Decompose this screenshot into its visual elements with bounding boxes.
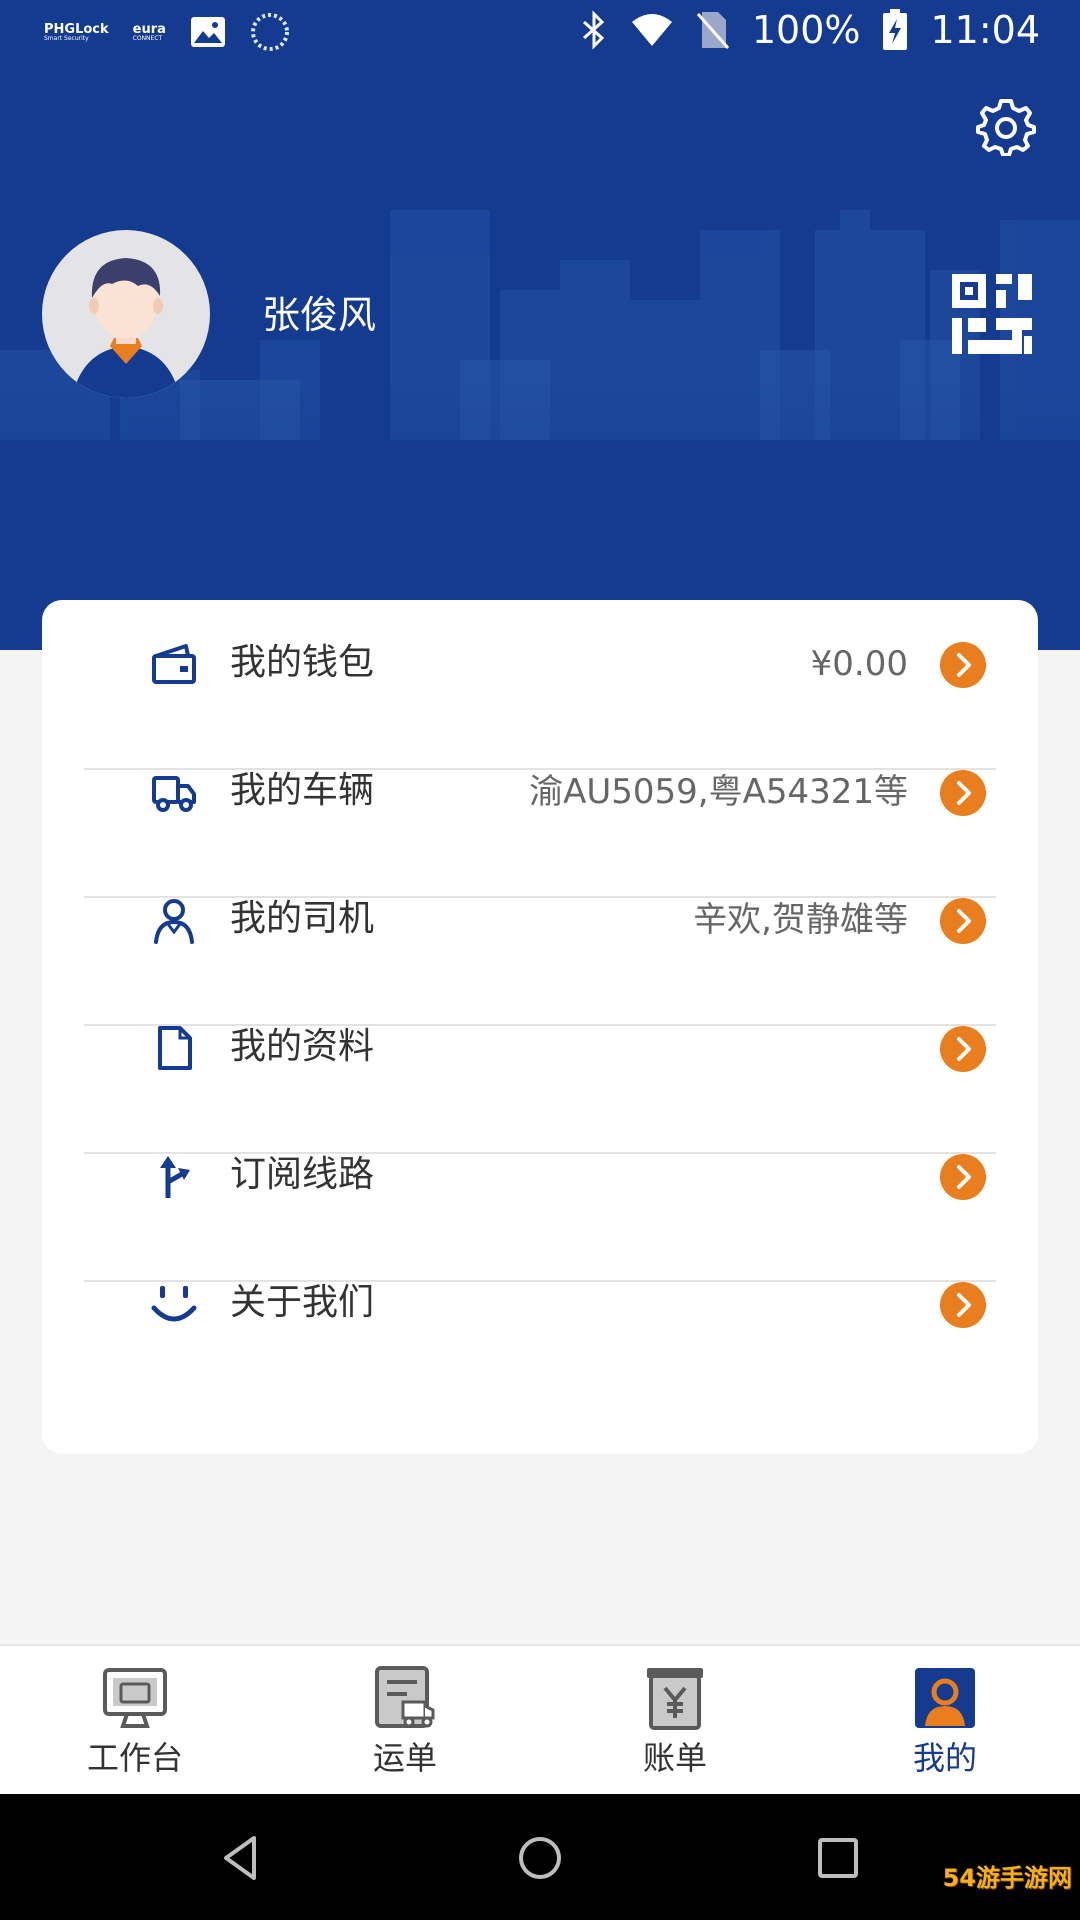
wifi-icon bbox=[631, 14, 672, 46]
menu-item-label: 我的司机 bbox=[230, 898, 375, 939]
home-icon[interactable] bbox=[512, 1830, 568, 1886]
waybill-icon bbox=[375, 1666, 435, 1728]
document-icon bbox=[158, 1026, 192, 1070]
wallet-balance: ¥0.00 bbox=[810, 644, 908, 684]
no-sim-icon bbox=[696, 12, 729, 49]
driver-names: 辛欢,贺静雄等 bbox=[693, 900, 908, 940]
status-bar: PHGLock Smart Security eura CONNECT 100% 1… bbox=[0, 0, 1080, 64]
tab-label: 工作台 bbox=[86, 1739, 183, 1777]
avatar[interactable] bbox=[42, 230, 210, 398]
menu-item-label: 我的车辆 bbox=[230, 770, 375, 811]
system-navigation-bar bbox=[0, 1794, 1080, 1920]
menu-item-label: 我的资料 bbox=[230, 1026, 375, 1067]
tab-label: 我的 bbox=[912, 1739, 977, 1777]
workbench-icon bbox=[103, 1668, 167, 1728]
menu-item-drivers[interactable]: 我的司机 辛欢,贺静雄等 bbox=[84, 856, 996, 984]
back-icon[interactable] bbox=[214, 1830, 270, 1886]
bluetooth-icon bbox=[582, 10, 605, 50]
watermark: 54游手游网 bbox=[942, 1864, 1072, 1892]
eura-app-icon: eura CONNECT bbox=[132, 21, 166, 42]
chevron-right-icon bbox=[940, 770, 986, 816]
person-icon bbox=[154, 899, 194, 944]
tab-label: 账单 bbox=[642, 1739, 707, 1777]
status-notifications: PHGLock Smart Security eura CONNECT bbox=[44, 12, 290, 52]
route-icon bbox=[160, 1156, 190, 1198]
profile-icon bbox=[915, 1668, 975, 1728]
menu-item-wallet[interactable]: 我的钱包 ¥0.00 bbox=[84, 600, 996, 728]
clock: 11:04 bbox=[930, 8, 1040, 52]
chevron-right-icon bbox=[940, 1282, 986, 1328]
gallery-icon bbox=[190, 17, 225, 47]
chevron-right-icon bbox=[940, 1026, 986, 1072]
vehicle-plates: 渝AU5059,粤A54321等 bbox=[529, 772, 908, 812]
tab-waybill[interactable]: 运单 bbox=[270, 1646, 540, 1796]
phglock-app-icon: PHGLock Smart Security bbox=[44, 21, 109, 42]
menu-item-label: 订阅线路 bbox=[230, 1154, 375, 1195]
menu-item-vehicles[interactable]: 我的车辆 渝AU5059,粤A54321等 bbox=[84, 728, 996, 856]
smile-icon bbox=[151, 1286, 197, 1322]
bottom-tab-bar: 工作台 运单 账单 我的 bbox=[0, 1644, 1080, 1794]
battery-charging-icon bbox=[883, 9, 908, 50]
battery-percent: 100% bbox=[751, 8, 861, 52]
bill-icon bbox=[647, 1668, 703, 1730]
avatar-illustration bbox=[72, 258, 180, 398]
sync-icon bbox=[250, 13, 289, 51]
tab-mine[interactable]: 我的 bbox=[810, 1646, 1080, 1796]
chevron-right-icon bbox=[940, 642, 986, 688]
status-system: 100% 11:04 bbox=[580, 8, 1040, 52]
user-name: 张俊风 bbox=[262, 293, 377, 337]
tab-label: 运单 bbox=[372, 1739, 437, 1777]
tab-workbench[interactable]: 工作台 bbox=[0, 1646, 270, 1796]
recents-icon[interactable] bbox=[810, 1830, 866, 1886]
menu-item-label: 关于我们 bbox=[230, 1282, 375, 1323]
menu-item-about[interactable]: 关于我们 bbox=[84, 1240, 996, 1368]
menu-card: 我的钱包 ¥0.00 我的车辆 渝AU5059,粤A54321等 我的司机 辛欢… bbox=[42, 600, 1038, 1454]
menu-item-routes[interactable]: 订阅线路 bbox=[84, 1112, 996, 1240]
menu-item-documents[interactable]: 我的资料 bbox=[84, 984, 996, 1112]
qr-code-icon[interactable] bbox=[952, 274, 1032, 354]
settings-gear-icon[interactable] bbox=[976, 96, 1036, 156]
menu-item-label: 我的钱包 bbox=[230, 642, 375, 683]
chevron-right-icon bbox=[940, 1154, 986, 1200]
tab-bill[interactable]: 账单 bbox=[540, 1646, 810, 1796]
chevron-right-icon bbox=[940, 898, 986, 944]
truck-icon bbox=[152, 776, 196, 812]
wallet-icon bbox=[152, 644, 196, 684]
